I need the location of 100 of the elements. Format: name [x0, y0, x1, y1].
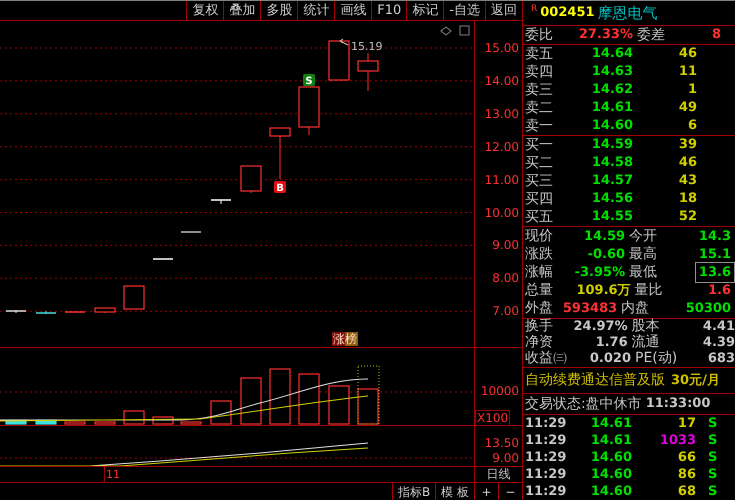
- diff-label: 委差: [636, 26, 666, 45]
- candlestick: [357, 52, 379, 92]
- volume-bar: [357, 388, 379, 425]
- order-price: 14.64: [590, 45, 633, 64]
- stat-label: 流通: [630, 333, 661, 350]
- order-volume: 49: [678, 99, 697, 118]
- candlestick: [153, 258, 173, 260]
- volume-bar: [269, 368, 291, 425]
- stat-value: 14.59: [582, 228, 626, 246]
- axis-label: 9.00: [492, 238, 519, 252]
- buy-marker: B: [274, 181, 286, 194]
- rights-label: R: [531, 5, 538, 14]
- toolbar-button[interactable]: -自选: [443, 1, 485, 20]
- volume-bar: [94, 421, 116, 425]
- volume-bar: [328, 385, 350, 425]
- tick-time: 11:29: [525, 482, 565, 500]
- toolbar-button[interactable]: 叠加: [223, 1, 260, 20]
- trade-status: 交易状态:盘中休市: [525, 394, 642, 414]
- order-volume: 6: [686, 117, 697, 136]
- tick-volume: 86: [676, 466, 696, 484]
- order-price: 14.62: [590, 81, 633, 100]
- stat-label: 量比: [634, 281, 664, 300]
- date-label: 11: [104, 467, 120, 482]
- order-volume: 1: [686, 81, 697, 100]
- axis-label: 10.00: [484, 206, 519, 220]
- bottom-tab[interactable]: −: [498, 483, 522, 500]
- stat-value: 14.3: [698, 228, 732, 246]
- stat-value: -0.60: [586, 246, 626, 264]
- toolbar-button[interactable]: 标记: [406, 1, 444, 20]
- stat-value: 15.1: [698, 246, 732, 264]
- current-volume-outline: [358, 366, 380, 424]
- axis-label: 14.00: [484, 74, 519, 88]
- order-price: 14.56: [590, 190, 633, 208]
- stat-label: 内盘: [620, 299, 650, 318]
- candlestick: [181, 231, 201, 233]
- order-volume: 18: [678, 190, 697, 208]
- stat-value: 593483: [562, 300, 618, 318]
- promo-price: 30元/月: [671, 372, 720, 390]
- stat-value: 4.41: [702, 318, 735, 336]
- window-icon: [460, 26, 470, 36]
- stat-label: 今开: [628, 227, 658, 246]
- stat-value: 0.020: [588, 350, 631, 368]
- stat-value: 1.6: [706, 282, 732, 300]
- order-volume: 46: [678, 154, 697, 172]
- stat-label: 净资: [525, 333, 554, 350]
- toolbar-button[interactable]: 统计: [297, 1, 334, 20]
- tick-time: 11:29: [525, 466, 565, 484]
- stat-value: 1.76: [594, 334, 628, 352]
- tick-time: 11:29: [525, 448, 565, 467]
- candlestick: [298, 86, 320, 136]
- toolbar-button[interactable]: 复权: [186, 1, 224, 20]
- candlestick: [269, 127, 291, 180]
- tick-side: S: [707, 414, 718, 433]
- stat-label: 股本: [630, 317, 661, 334]
- bottom-tab[interactable]: +: [474, 483, 498, 500]
- axis-label: 12.00: [484, 140, 519, 154]
- tick-side: S: [707, 448, 718, 467]
- tick-volume: 17: [676, 414, 696, 433]
- tick-side: S: [707, 432, 718, 450]
- toolbar-button[interactable]: F10: [371, 1, 406, 20]
- order-volume: 11: [678, 63, 697, 82]
- stat-label: 现价: [525, 227, 554, 246]
- order-price: 14.59: [590, 136, 633, 154]
- order-price: 14.58: [590, 154, 633, 172]
- volume-bar: [64, 421, 86, 425]
- toolbar-button[interactable]: 返回: [485, 1, 522, 20]
- tick-price: 14.60: [590, 448, 632, 467]
- candlestick: [240, 165, 262, 194]
- diamond-icon: [440, 26, 452, 36]
- tick-price: 14.60: [590, 466, 632, 484]
- tick-volume: 1033: [658, 432, 696, 450]
- toolbar-button[interactable]: 多股: [260, 1, 298, 20]
- volume-bar: [180, 421, 202, 425]
- stat-value: 50300: [684, 300, 732, 318]
- promo-link[interactable]: 自动续费通达信普及版: [525, 370, 665, 391]
- stat-label: 总量: [525, 281, 554, 300]
- volume-bar: [298, 373, 320, 425]
- bottom-tab[interactable]: 模 板: [435, 483, 474, 500]
- axis-label: 9.00: [492, 451, 519, 465]
- tick-volume: 66: [676, 448, 696, 467]
- pointer-arrow-icon: [339, 38, 348, 46]
- order-level-label: 买四: [525, 190, 554, 209]
- sell-marker: S: [303, 74, 315, 87]
- tick-price: 14.61: [590, 414, 632, 433]
- stat-label: 涨跌: [525, 245, 554, 264]
- stat-value: 683: [708, 350, 735, 368]
- order-level-label: 买三: [525, 172, 554, 191]
- order-price: 14.63: [590, 63, 633, 82]
- stat-label: 最高: [628, 245, 658, 264]
- order-price: 14.55: [590, 208, 633, 226]
- bottom-tab[interactable]: 指标B: [392, 483, 436, 500]
- stat-label: PE(动): [634, 349, 678, 368]
- order-price: 14.60: [590, 117, 633, 136]
- stock-name: 摩恩电气: [598, 2, 658, 24]
- tick-price: 14.61: [590, 432, 632, 450]
- stat-value: 13.6: [694, 262, 735, 284]
- toolbar-button[interactable]: 画线: [334, 1, 372, 20]
- candlestick: [94, 307, 116, 314]
- candlestick: [65, 311, 85, 313]
- stat-value: -3.95%: [574, 264, 626, 282]
